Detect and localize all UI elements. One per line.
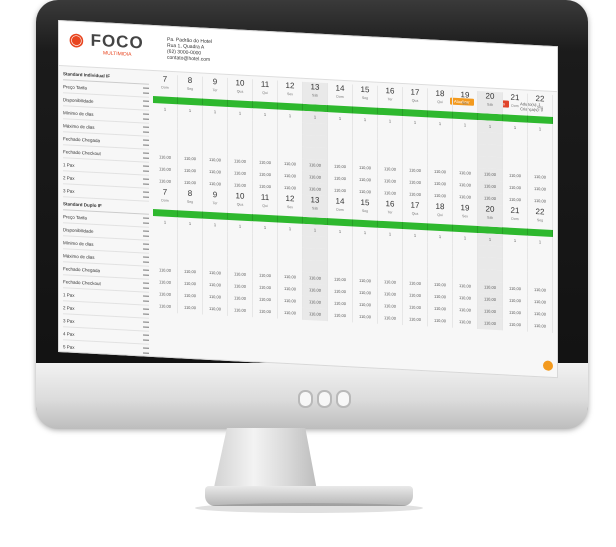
menu-icon[interactable] [143, 321, 149, 328]
menu-icon[interactable] [143, 139, 149, 146]
grid-cell[interactable]: 110,00 [503, 318, 528, 332]
menu-icon[interactable] [143, 347, 149, 354]
menu-icon[interactable] [143, 308, 149, 315]
grid-cell[interactable]: 110,00 [203, 302, 228, 316]
grid-cell[interactable]: 110,00 [153, 299, 178, 314]
day-header: 9 Ter [203, 189, 228, 213]
day-header: 20 Sáb [478, 204, 503, 228]
grid-cell[interactable]: 110,00 [478, 317, 503, 331]
menu-icon[interactable] [143, 113, 149, 120]
menu-icon[interactable] [143, 230, 149, 237]
day-header: 21 Dom [503, 92, 528, 116]
menu-icon[interactable] [143, 269, 149, 276]
day-header: 17 Qua [403, 87, 428, 111]
day-header: 10 Qua [228, 77, 253, 102]
screen: ◉ FOCO MULTIMIDIA Pa. Padrão do Hotel Rua… [58, 20, 558, 379]
grid-cell[interactable]: 110,00 [253, 305, 278, 319]
menu-icon[interactable] [143, 282, 149, 289]
day-header: 11 Qui [253, 79, 278, 103]
day-header: 12 Sex [278, 80, 303, 104]
menu-icon[interactable] [143, 334, 149, 341]
day-header: 8 Seg [178, 188, 203, 212]
day-header: 20 Sáb [478, 91, 503, 115]
day-header: 22 Seg [528, 93, 553, 117]
menu-icon[interactable] [143, 217, 149, 224]
menu-icon[interactable] [143, 165, 149, 172]
monitor-shadow [195, 503, 423, 513]
menu-icon[interactable] [143, 243, 149, 250]
help-button[interactable] [543, 360, 553, 371]
day-header: 22 Seg [528, 206, 553, 230]
day-header: 16 Ter [378, 85, 403, 110]
menu-icon[interactable] [143, 100, 149, 107]
grid-cell[interactable]: 110,00 [228, 303, 253, 318]
day-header: 8 Seg [178, 75, 203, 99]
grid-cell[interactable]: 110,00 [528, 319, 553, 333]
menu-icon[interactable] [143, 256, 149, 263]
hotel-info: Pa. Padrão do Hotel Rua 1, Quadra A (62) 3… [167, 36, 213, 63]
day-header: 13 Sáb [303, 194, 328, 219]
day-header: 15 Seg [353, 197, 378, 221]
menu-icon[interactable] [143, 126, 149, 133]
sidebar: Standard Individual IF Preço Tarifa Dispon… [63, 67, 149, 358]
day-header: 11 Qui [253, 192, 278, 216]
grid-cell[interactable]: 110,00 [278, 306, 303, 320]
menu-icon[interactable] [143, 295, 149, 302]
day-header: 9 Ter [203, 76, 228, 100]
grid-cell[interactable]: 110,00 [353, 310, 378, 324]
grid-cell[interactable]: 110,00 [378, 311, 403, 326]
menu-icon[interactable] [143, 191, 149, 198]
grid-cell[interactable]: 110,00 [178, 301, 203, 315]
brand-tagline: MULTIMIDIA [103, 50, 132, 58]
day-header: 7 Dom [153, 73, 178, 98]
monitor-buttons [298, 390, 351, 408]
grid-cell[interactable]: 110,00 [453, 315, 478, 330]
day-header: 14 Dom [328, 83, 353, 107]
grid-cell[interactable]: 110,00 [303, 307, 328, 322]
day-header: 13 Sáb [303, 81, 328, 106]
day-header: 14 Dom [328, 196, 353, 220]
day-header: 15 Seg [353, 84, 378, 108]
day-header: 21 Dom [503, 205, 528, 229]
day-header: 10 Qua [228, 190, 253, 215]
menu-icon[interactable] [143, 178, 149, 185]
menu-icon[interactable] [143, 87, 149, 94]
grid-cell[interactable]: 110,00 [403, 313, 428, 327]
day-header: 12 Sex [278, 193, 303, 217]
grid-cell[interactable]: 110,00 [428, 314, 453, 328]
menu-icon[interactable] [143, 152, 149, 159]
day-header: 18 Qui [428, 88, 453, 112]
day-header: 19 Sex [453, 202, 478, 227]
rate-grid: 7 Dom 8 Seg 9 Ter 10 Qua 11 Qui 12 Sex 13 Sáb 14 Dom 15 S… [153, 73, 553, 333]
day-header: 16 Ter [378, 198, 403, 223]
day-header: 19 Sex [453, 89, 478, 114]
day-header: 18 Qui [428, 201, 453, 225]
day-header: 7 Dom [153, 186, 178, 211]
grid-cell[interactable]: 110,00 [328, 309, 353, 323]
day-header: 17 Qua [403, 200, 428, 224]
